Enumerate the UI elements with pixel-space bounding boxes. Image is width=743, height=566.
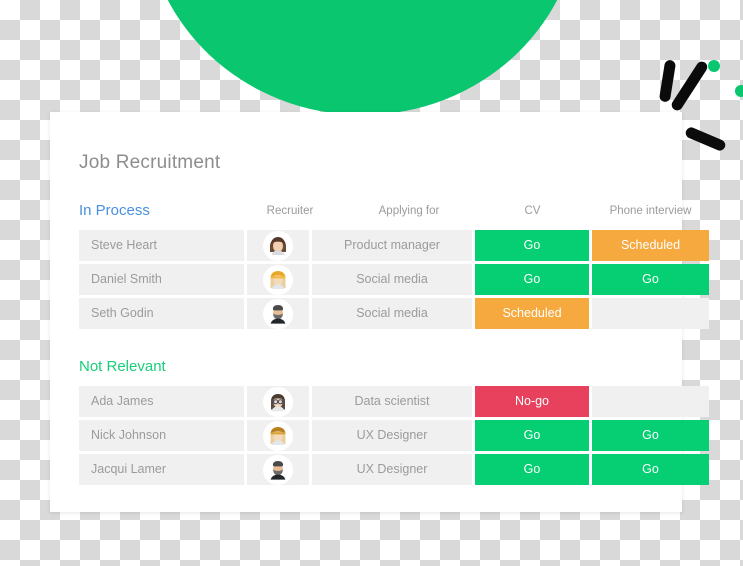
cv-status-cell[interactable]: Go [475,230,589,261]
column-header-cv: CV [524,205,541,217]
table-row[interactable]: Ada James Data scientist No-go [79,386,709,417]
phone-interview-status-cell[interactable]: Scheduled [592,230,709,261]
applying-for-cell: UX Designer [312,454,472,485]
phone-interview-status-cell[interactable]: Go [592,454,709,485]
table-row[interactable]: Daniel Smith Social media Go Go [79,264,709,295]
candidate-name: Jacqui Lamer [79,454,244,485]
job-recruitment-card: Job Recruitment In Process Recruiter App… [50,112,709,512]
recruiter-cell[interactable] [247,420,309,451]
section-in-process: In Process Recruiter Applying for CV Pho… [79,202,709,329]
cv-status-cell[interactable]: No-go [475,386,589,417]
section-header-row: Not Relevant [79,358,659,384]
cv-status-cell[interactable]: Go [475,420,589,451]
stroke-mark-3 [684,125,727,153]
rows-not-relevant: Ada James Data scientist No-go Nick John… [79,386,709,488]
avatar-woman-blonde-beanie-icon [265,266,291,293]
applying-for-cell: Data scientist [312,386,472,417]
avatar-woman-blonde-beanie-icon [265,422,291,449]
phone-interview-status-cell[interactable] [592,386,709,417]
table-row[interactable]: Seth Godin Social media Scheduled [79,298,709,329]
phone-interview-status-cell[interactable]: Go [592,264,709,295]
avatar-woman-brown-hair-icon [265,232,291,259]
avatar-man-beard-icon [265,456,291,483]
table-row[interactable]: Steve Heart Product manager Go Scheduled [79,230,709,261]
column-header-applying-for: Applying for [378,205,440,217]
page-title: Job Recruitment [79,152,221,173]
green-dot-2 [735,85,743,97]
phone-interview-status-cell[interactable]: Go [592,420,709,451]
avatar-woman-glasses-icon [265,388,291,415]
section-label-in-process: In Process [79,202,150,219]
recruiter-cell[interactable] [247,454,309,485]
section-label-not-relevant: Not Relevant [79,358,166,375]
green-dot-1 [708,60,720,72]
rows-in-process: Steve Heart Product manager Go Scheduled… [79,230,709,332]
candidate-name: Seth Godin [79,298,244,329]
cv-status-cell[interactable]: Go [475,454,589,485]
applying-for-cell: Product manager [312,230,472,261]
section-not-relevant: Not Relevant Ada James Data scientist No… [79,358,709,485]
stroke-mark-1 [658,59,677,103]
column-header-phone-interview: Phone interview [609,205,692,217]
table-row[interactable]: Jacqui Lamer UX Designer Go Go [79,454,709,485]
stroke-mark-2 [669,59,710,113]
recruiter-cell[interactable] [247,264,309,295]
applying-for-cell: UX Designer [312,420,472,451]
section-header-row: In Process Recruiter Applying for CV Pho… [79,202,691,228]
applying-for-cell: Social media [312,298,472,329]
recruiter-cell[interactable] [247,230,309,261]
phone-interview-status-cell[interactable] [592,298,709,329]
column-header-recruiter: Recruiter [266,205,314,217]
recruiter-cell[interactable] [247,386,309,417]
cv-status-cell[interactable]: Scheduled [475,298,589,329]
table-row[interactable]: Nick Johnson UX Designer Go Go [79,420,709,451]
cv-status-cell[interactable]: Go [475,264,589,295]
candidate-name: Steve Heart [79,230,244,261]
recruiter-cell[interactable] [247,298,309,329]
candidate-name: Nick Johnson [79,420,244,451]
applying-for-cell: Social media [312,264,472,295]
candidate-name: Ada James [79,386,244,417]
candidate-name: Daniel Smith [79,264,244,295]
green-arc-decoration [145,0,580,115]
avatar-man-beard-icon [265,300,291,327]
